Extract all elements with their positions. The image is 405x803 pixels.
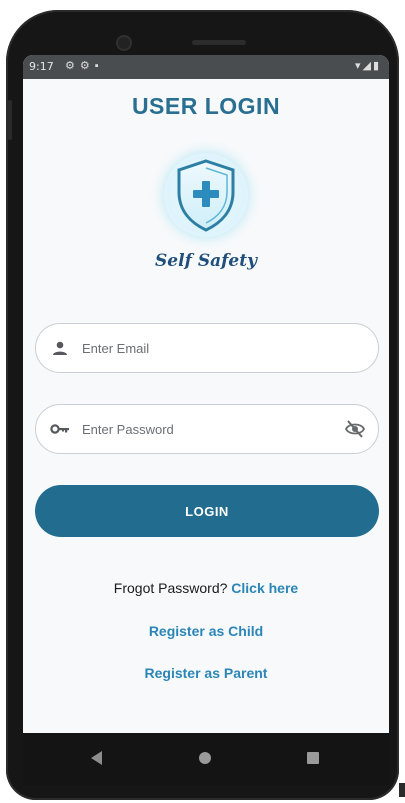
forgot-password-text: Frogot Password? [113,580,228,596]
person-icon [53,341,67,355]
status-time: 9:17 [29,60,54,73]
status-bar: 9:17 ⚙⚙▪ ▾◢▮ [23,55,389,79]
register-child-row: Register as Child [23,623,389,639]
forgot-password-row: Frogot Password? Click here [23,580,389,596]
register-parent-link[interactable]: Register as Parent [145,665,268,681]
app-screen: 9:17 ⚙⚙▪ ▾◢▮ USER LOGIN Self Safety Ente… [23,55,389,733]
forgot-password-link[interactable]: Click here [231,580,298,596]
front-camera [116,35,132,51]
recents-icon[interactable] [307,752,319,764]
email-field[interactable] [35,323,379,373]
page: 9:17 ⚙⚙▪ ▾◢▮ USER LOGIN Self Safety Ente… [0,0,405,803]
password-input[interactable] [82,419,332,439]
settings-icon: ⚙ [65,60,80,72]
brand-name: Self Safety [155,251,257,271]
password-field[interactable] [35,404,379,454]
page-title: USER LOGIN [131,93,281,119]
home-icon[interactable] [199,752,211,764]
shield-plus-icon [150,139,262,251]
notification-icons: ⚙⚙▪ [65,59,104,72]
signal-icon: ◢ [362,60,373,72]
system-icons: ▾◢▮ [355,59,381,72]
volume-button [8,100,12,140]
login-button[interactable]: LOGIN [35,485,379,537]
register-parent-row: Register as Parent [23,665,389,681]
eye-off-icon[interactable] [344,419,366,439]
sd-card-icon: ▪ [94,60,104,72]
key-icon [50,424,69,434]
navigation-bar [23,733,389,785]
earpiece-speaker [192,40,246,45]
battery-icon: ▮ [372,60,381,72]
back-icon[interactable] [91,751,102,765]
register-child-link[interactable]: Register as Child [149,623,263,639]
corner-mark [399,783,405,797]
email-input[interactable] [82,338,332,358]
settings-icon: ⚙ [79,60,95,72]
